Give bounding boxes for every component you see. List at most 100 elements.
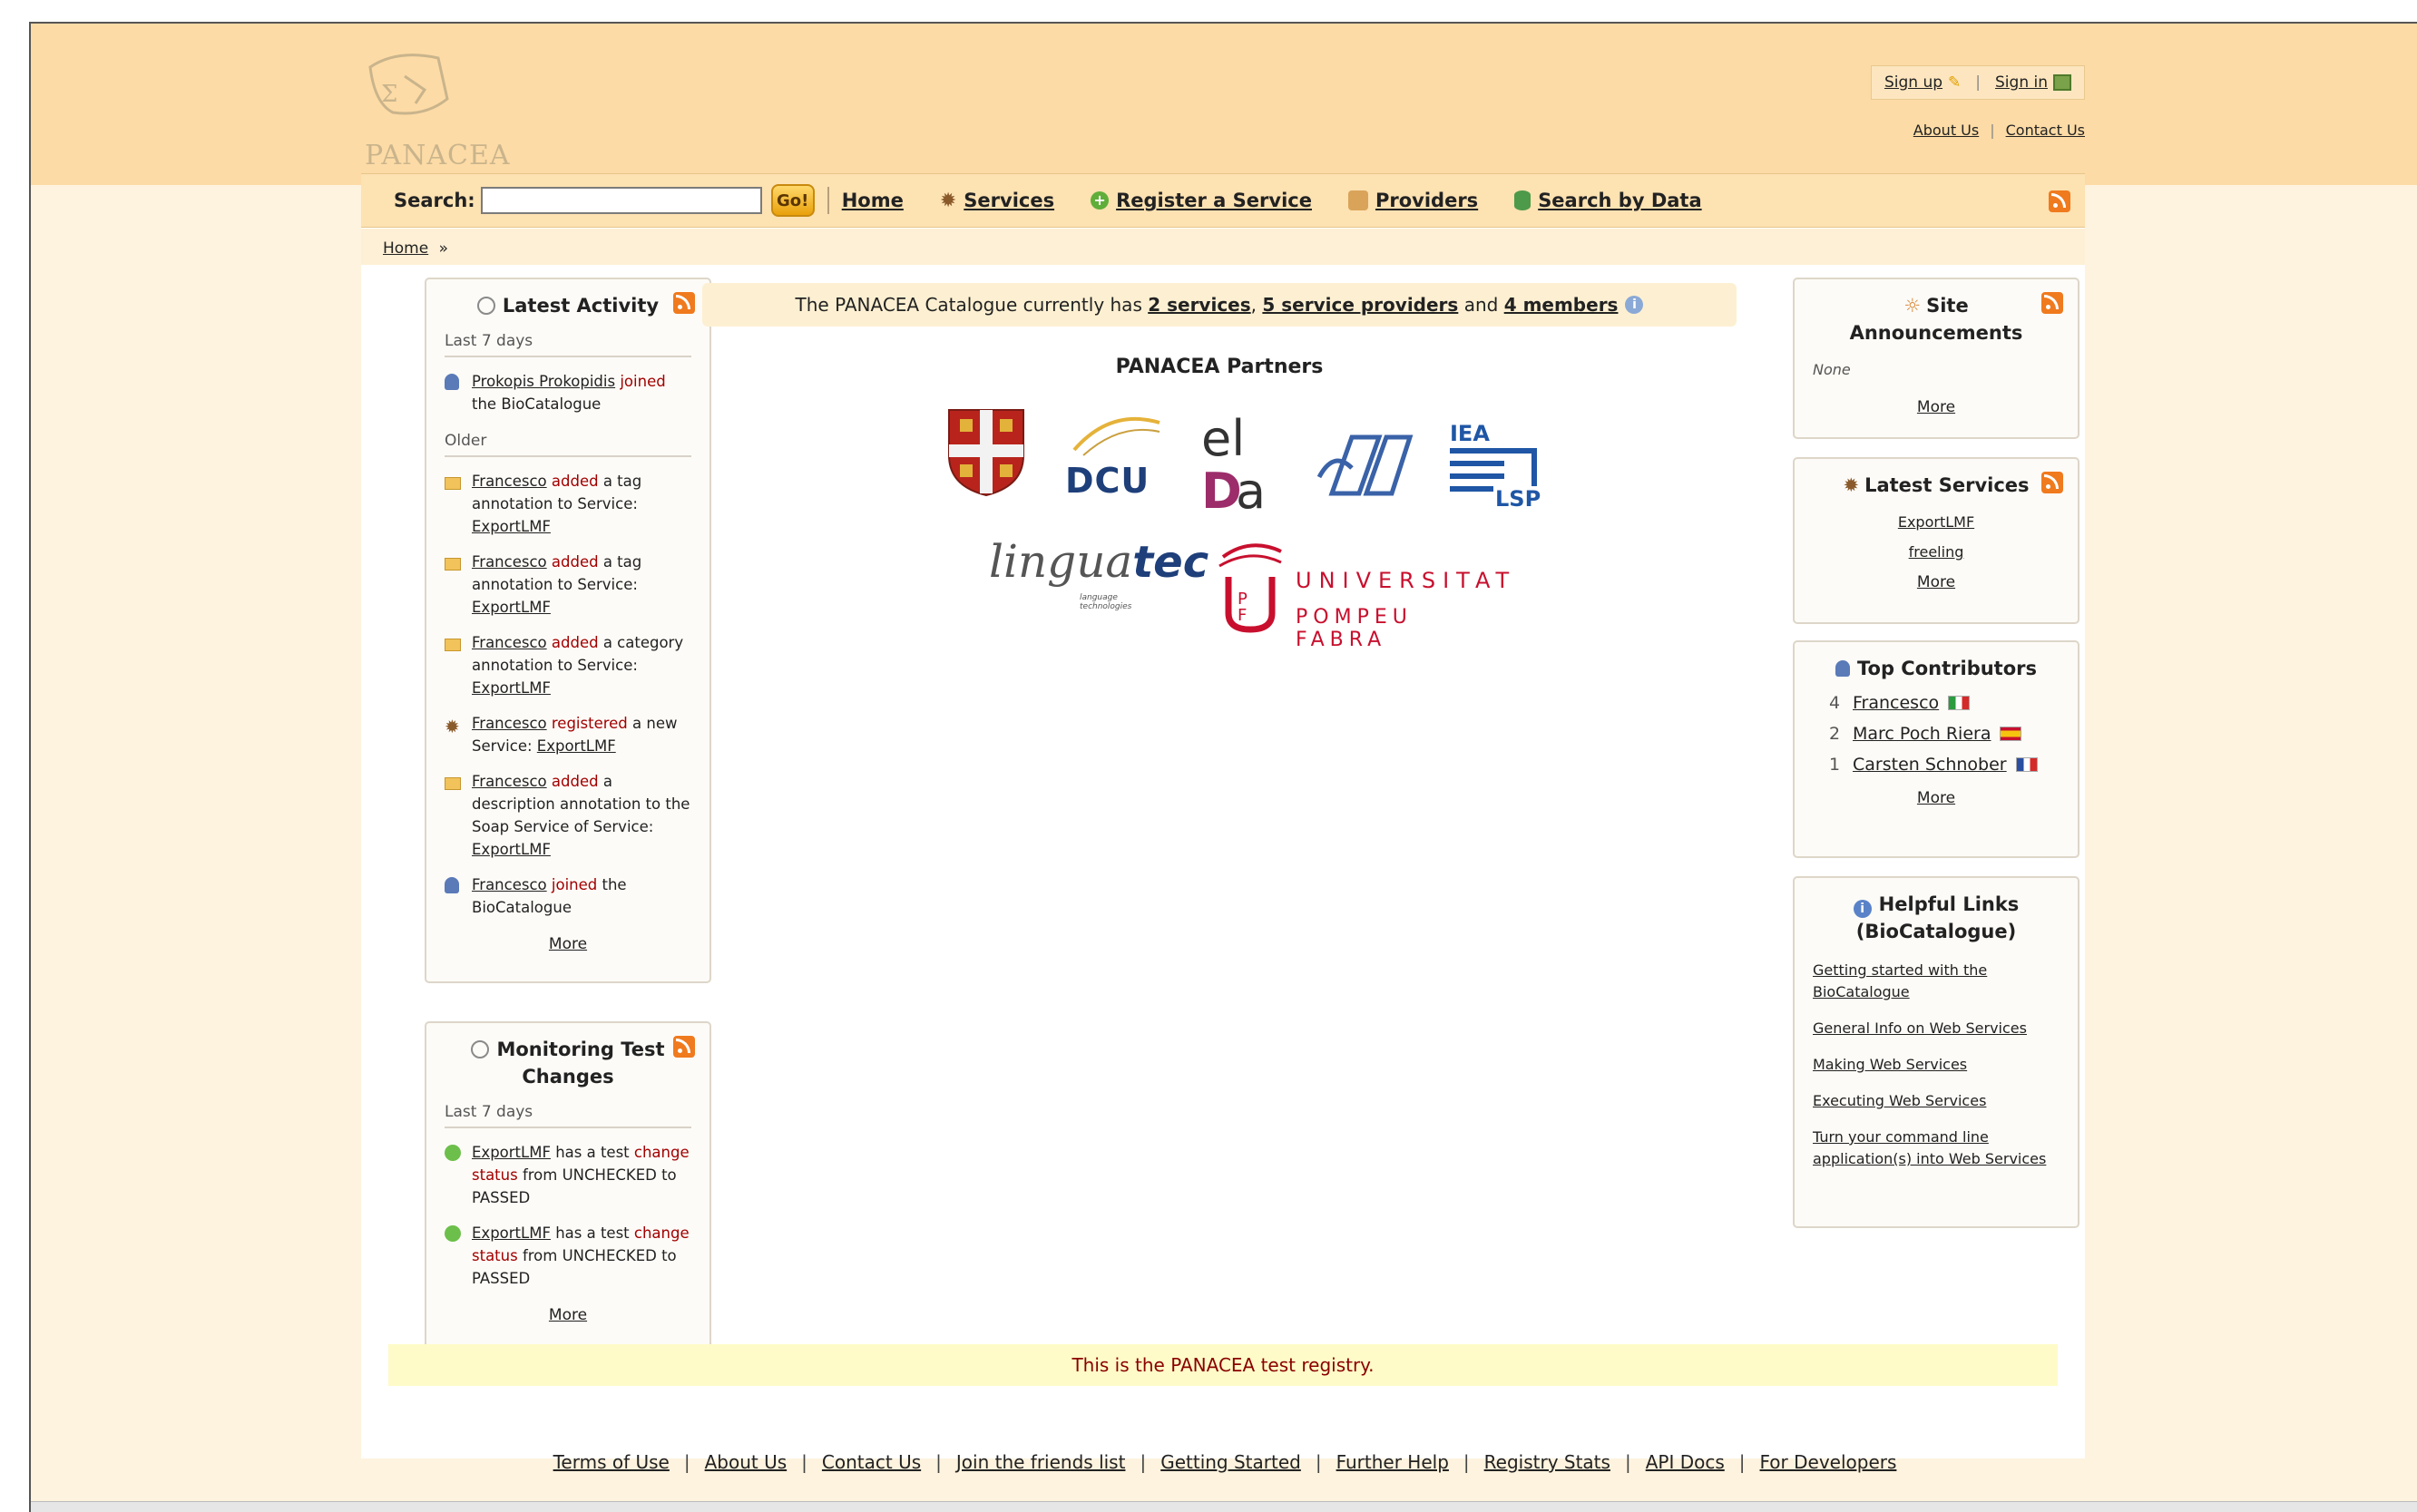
latest-service-link[interactable]: freeling [1909,543,1964,561]
activity-item: Francesco added a description annotation… [445,770,691,861]
gear-icon: ✹ [445,716,460,737]
footer-link[interactable]: API Docs [1646,1451,1725,1473]
members-count-link[interactable]: 4 members [1504,294,1619,316]
nav-providers-label[interactable]: Providers [1375,190,1478,211]
about-link[interactable]: About Us [1913,122,1979,139]
search-input[interactable] [480,187,762,214]
rss-icon[interactable] [2041,472,2063,493]
footer-link[interactable]: For Developers [1760,1451,1897,1473]
tec-text: tec [1132,537,1209,588]
monitoring-target[interactable]: ExportLMF [472,1144,551,1161]
monitoring-more[interactable]: More [426,1306,709,1324]
services-count-link[interactable]: 2 services [1148,294,1250,316]
upf-logo[interactable]: PF UNIVERSITAT POMPEU FABRA [1214,539,1509,651]
contributor-name[interactable]: Marc Poch Riera [1853,724,1991,744]
helpful-link-item[interactable]: Turn your command line application(s) in… [1813,1127,2060,1170]
footer-link[interactable]: Further Help [1336,1451,1449,1473]
latest-activity-title: Latest Activity [502,295,660,317]
footer-link[interactable]: Terms of Use [553,1451,670,1473]
nav-services-label[interactable]: Services [964,190,1054,211]
rss-icon[interactable] [2049,190,2070,212]
announcements-more[interactable]: More [1795,398,2078,416]
activity-item: Francesco joined the BioCatalogue [445,873,691,919]
helpful-link-item[interactable]: Getting started with the BioCatalogue [1813,960,2060,1003]
activity-user[interactable]: Prokopis Prokopidis [472,373,615,390]
info-icon[interactable]: i [1625,296,1644,314]
breadcrumb-home[interactable]: Home [383,239,428,258]
helpful-link[interactable]: Getting started with the BioCatalogue [1813,961,1987,1000]
more-link[interactable]: More [1917,573,1955,591]
user-icon [445,873,472,919]
contributors-more[interactable]: More [1795,789,2078,807]
more-link[interactable]: More [549,1306,587,1324]
contact-link[interactable]: Contact Us [2006,122,2085,139]
helpful-link[interactable]: Making Web Services [1813,1056,1967,1073]
activity-user[interactable]: Francesco [472,715,547,732]
more-link[interactable]: More [549,935,587,953]
search-go-button[interactable]: Go! [770,184,815,217]
latest-service-item[interactable]: ExportLMF [1795,513,2078,531]
footer-link[interactable]: Getting Started [1160,1451,1301,1473]
rss-icon[interactable] [673,1036,695,1058]
upf-text-1: UNIVERSITAT [1296,568,1517,593]
activity-target[interactable]: ExportLMF [537,737,616,755]
helpful-link[interactable]: General Info on Web Services [1813,1019,2027,1037]
latest-activity-more[interactable]: More [426,935,709,953]
rss-icon[interactable] [673,292,695,314]
latest-service-item[interactable]: freeling [1795,543,2078,561]
signin-link[interactable]: Sign in [1995,73,2048,92]
activity-user[interactable]: Francesco [472,876,547,893]
latest-service-link[interactable]: ExportLMF [1898,513,1974,531]
activity-target[interactable]: ExportLMF [472,518,551,535]
nav-services[interactable]: ✹ Services [940,190,1054,212]
door-icon [2053,74,2071,91]
footer-link[interactable]: Contact Us [822,1451,921,1473]
more-link[interactable]: More [1917,789,1955,807]
helpful-link-item[interactable]: Making Web Services [1813,1054,2060,1076]
elda-logo[interactable]: el Da [1199,410,1272,520]
helpful-link[interactable]: Turn your command line application(s) in… [1813,1128,2046,1167]
ilsp-logo[interactable] [1316,423,1415,510]
nav-home-label[interactable]: Home [842,190,904,211]
iea-lsp-logo[interactable]: IEA LSP [1446,421,1546,512]
providers-count-link[interactable]: 5 service providers [1262,294,1458,316]
activity-target[interactable]: ExportLMF [472,599,551,616]
signup-link[interactable]: Sign up [1884,73,1942,92]
activity-user[interactable]: Francesco [472,773,547,790]
breadcrumb: Home » [361,229,2085,265]
activity-user[interactable]: Francesco [472,553,547,571]
contributor-name[interactable]: Francesco [1853,693,1939,713]
activity-target[interactable]: ExportLMF [472,679,551,697]
activity-user[interactable]: Francesco [472,473,547,490]
helpful-link-item[interactable]: General Info on Web Services [1813,1018,2060,1039]
contributor-name[interactable]: Carsten Schnober [1853,755,2007,775]
rss-icon[interactable] [2041,292,2063,314]
monitoring-target[interactable]: ExportLMF [472,1224,551,1242]
footer-link[interactable]: About Us [705,1451,788,1473]
activity-user[interactable]: Francesco [472,634,547,651]
nav-providers[interactable]: Providers [1347,190,1478,211]
separator: | [1463,1451,1470,1473]
nav-home[interactable]: Home [842,190,904,211]
more-link[interactable]: More [1917,398,1955,416]
footer-link[interactable]: Registry Stats [1484,1451,1610,1473]
dcu-logo[interactable]: DCU [1065,414,1165,501]
footer-link[interactable]: Join the friends list [956,1451,1126,1473]
linguatec-logo[interactable]: linguatec language technologies [989,535,1208,617]
separator: | [683,1451,690,1473]
helpful-link-item[interactable]: Executing Web Services [1813,1090,2060,1112]
svg-text:a: a [1236,463,1266,513]
latest-services-more[interactable]: More [1795,573,2078,591]
cambridge-logo[interactable] [947,408,1025,497]
activity-target[interactable]: ExportLMF [472,841,551,858]
nav-register[interactable]: + Register a Service [1091,190,1312,211]
nav-search-by-data[interactable]: Search by Data [1514,190,1702,211]
nav-search-by-data-label[interactable]: Search by Data [1538,190,1701,211]
last-7-days-label: Last 7 days [445,1103,691,1128]
helpful-links-panel: i Helpful Links (BioCatalogue) Getting st… [1793,876,2079,1228]
horizontal-scrollbar[interactable] [31,1501,2417,1512]
note-icon [445,551,472,619]
helpful-link[interactable]: Executing Web Services [1813,1092,1986,1109]
panacea-logo[interactable]: Σ PANACEA [361,49,510,171]
nav-register-label[interactable]: Register a Service [1116,190,1312,211]
